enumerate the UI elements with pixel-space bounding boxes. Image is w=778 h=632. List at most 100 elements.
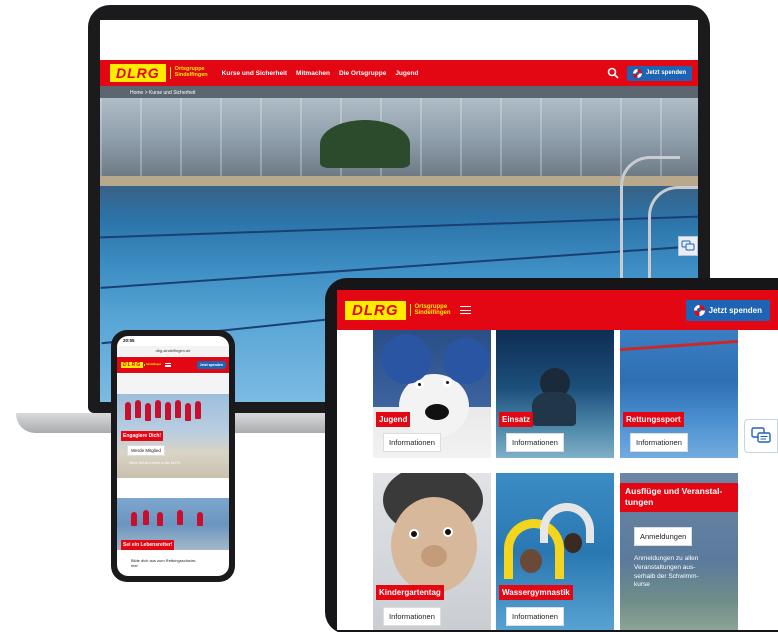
phone-card-tag: Sei ein Lebensretter! xyxy=(121,540,175,550)
logo-subtitle: Ortsgruppe Sindelfingen xyxy=(169,66,208,79)
lifeguard-figure xyxy=(195,401,201,419)
card-tag: Einsatz xyxy=(499,412,534,427)
info-button[interactable]: Informationen xyxy=(630,433,688,452)
laptop-navbar: DLRG Ortsgruppe Sindelfingen Kurse und S… xyxy=(100,60,698,86)
laptop-nav-right: Jetzt spenden xyxy=(607,65,692,81)
event-title-line1: Ausflüge und Veranstal- xyxy=(625,486,723,496)
plush-doll-nose xyxy=(421,545,447,567)
card-tag: Wassergymnastik xyxy=(499,585,573,600)
event-desc-line3: serhalb der Schwimm- xyxy=(634,572,699,580)
phone-card-lebensretter[interactable]: Sei ein Lebensretter! xyxy=(117,498,229,550)
chat-button[interactable] xyxy=(744,419,778,453)
donate-label: Jetzt spenden xyxy=(645,70,686,76)
lifeguard-figure xyxy=(185,403,191,421)
donate-button[interactable]: Jetzt spenden xyxy=(626,65,692,81)
event-title-line2: tungen xyxy=(625,497,654,508)
phone-card-tag: Engagiere Dich! xyxy=(121,431,164,441)
dlrg-logo[interactable]: DLRG Ortsgruppe Sindelfingen xyxy=(100,64,208,82)
info-button[interactable]: Informationen xyxy=(506,433,564,452)
member-button[interactable]: Werde Mitglied xyxy=(127,445,165,456)
nav-item-kurse[interactable]: Kurse und Sicherheit xyxy=(222,70,287,77)
chat-icon xyxy=(681,240,695,251)
lifeguard-figure xyxy=(143,510,149,525)
lifeguard-figure xyxy=(135,400,141,418)
info-button[interactable]: Informationen xyxy=(383,433,441,452)
event-desc-line1: Anmeldungen zu allen xyxy=(634,555,699,562)
logo-subtitle: Sindelfingen xyxy=(144,362,162,367)
logo-wordmark: DLRG xyxy=(345,300,406,320)
swimmer-head xyxy=(520,549,542,573)
card-tag: Kindergartentag xyxy=(376,585,444,600)
plush-nose xyxy=(425,404,449,420)
card-wassergymnastik[interactable]: Wassergymnastik Informationen xyxy=(496,473,614,630)
lane-line xyxy=(100,215,698,239)
breadcrumb[interactable]: Home > Kurse und Sicherheit xyxy=(130,90,195,96)
indoor-plants xyxy=(320,120,410,168)
card-tag: Rettungssport xyxy=(623,412,684,427)
plush-bear-ear xyxy=(443,338,489,384)
card-ausfluege[interactable]: Ausflüge und Veranstal- tungen Anmeldung… xyxy=(620,473,738,630)
lifeguard-figure xyxy=(155,400,161,418)
tablet-screen: DLRG Ortsgruppe Sindelfingen Jetzt spend… xyxy=(337,290,778,630)
diver-figure xyxy=(532,392,576,426)
plush-eye xyxy=(415,380,424,389)
pool-edge xyxy=(100,176,698,186)
donate-label: Jetzt spenden xyxy=(708,305,762,315)
chat-button[interactable] xyxy=(678,236,698,256)
lifeguard-figure xyxy=(165,402,171,420)
donate-button[interactable]: Jetzt spenden xyxy=(685,299,770,321)
dlrg-logo[interactable]: DLRG Sindelfingen xyxy=(117,362,161,368)
event-desc-line2: Veranstaltungen aus- xyxy=(634,563,696,571)
phone-card-note: Nimm teil am Leben in der DLRG xyxy=(129,461,181,465)
event-desc-line4: kurse xyxy=(634,581,650,589)
nav-item-ortsgruppe[interactable]: Die Ortsgruppe xyxy=(339,70,386,77)
phone-url-bar[interactable]: dlrg-sindelfingen.de xyxy=(117,346,229,356)
card-einsatz[interactable]: Einsatz Informationen xyxy=(496,330,614,458)
swimmer-head xyxy=(564,533,582,553)
donate-button[interactable]: Jetzt spenden xyxy=(196,361,226,369)
nav-item-jugend[interactable]: Jugend xyxy=(395,70,418,77)
logo-wordmark: DLRG xyxy=(110,64,166,82)
search-icon[interactable] xyxy=(607,67,619,79)
lifebuoy-icon xyxy=(693,304,705,316)
hamburger-menu-icon[interactable] xyxy=(459,306,471,314)
laptop-nav-links: Kurse und Sicherheit Mitmachen Die Ortsg… xyxy=(222,70,428,77)
logo-subtitle: Ortsgruppe Sindelfingen xyxy=(409,303,451,317)
lifeguard-figure xyxy=(131,512,137,526)
tablet-navbar: DLRG Ortsgruppe Sindelfingen Jetzt spend… xyxy=(337,290,778,330)
logo-wordmark: DLRG xyxy=(121,362,144,368)
hamburger-menu-icon[interactable] xyxy=(165,363,172,367)
event-card-description: Anmeldungen zu allen Veranstaltungen aus… xyxy=(634,555,730,590)
lifeguard-figure xyxy=(157,512,163,526)
register-button[interactable]: Anmeldungen xyxy=(634,527,693,546)
status-time: 20:55 xyxy=(123,338,135,343)
phone-card-caption: Bilde dich aus zum Rettungsschwim- mer xyxy=(131,558,221,568)
lane-rope xyxy=(620,339,738,352)
laptop-top-band xyxy=(100,20,698,60)
nav-item-mitmachen[interactable]: Mitmachen xyxy=(296,70,330,77)
plush-eye xyxy=(443,527,453,537)
phone-hero-strip xyxy=(117,374,229,394)
logo-sub-line2: Sindelfingen xyxy=(414,310,451,316)
lifeguard-figure xyxy=(125,402,131,420)
event-card-title: Ausflüge und Veranstal- tungen xyxy=(620,483,738,512)
card-kindergartentag[interactable]: Kindergartentag Informationen xyxy=(373,473,491,630)
chat-icon xyxy=(751,427,771,443)
logo-sub-line2: Sindelfingen xyxy=(174,72,208,78)
card-tag: Jugend xyxy=(376,412,411,427)
card-rettungssport[interactable]: Rettungssport Informationen xyxy=(620,330,738,458)
card-jugend[interactable]: Jugend Informationen xyxy=(373,330,491,458)
logo-sub-line1: Ortsgruppe xyxy=(414,303,448,310)
dlrg-logo[interactable]: DLRG Ortsgruppe Sindelfingen xyxy=(337,300,451,320)
phone-card-engagiere[interactable]: Engagiere Dich! Werde Mitglied Nimm teil… xyxy=(117,394,229,478)
info-button[interactable]: Informationen xyxy=(506,607,564,626)
lifeguard-figure xyxy=(177,510,183,525)
info-button[interactable]: Informationen xyxy=(383,607,441,626)
lifeguard-figure xyxy=(197,512,203,526)
plush-eye xyxy=(409,529,419,539)
phone-screen: 20:55 dlrg-sindelfingen.de DLRG Sindelfi… xyxy=(117,336,229,576)
lifeguard-figure xyxy=(175,400,181,418)
phone-caption-line2: mer xyxy=(131,563,138,569)
lifeguard-figure xyxy=(145,403,151,421)
phone-navbar: DLRG Sindelfingen Jetzt spenden xyxy=(117,357,229,373)
